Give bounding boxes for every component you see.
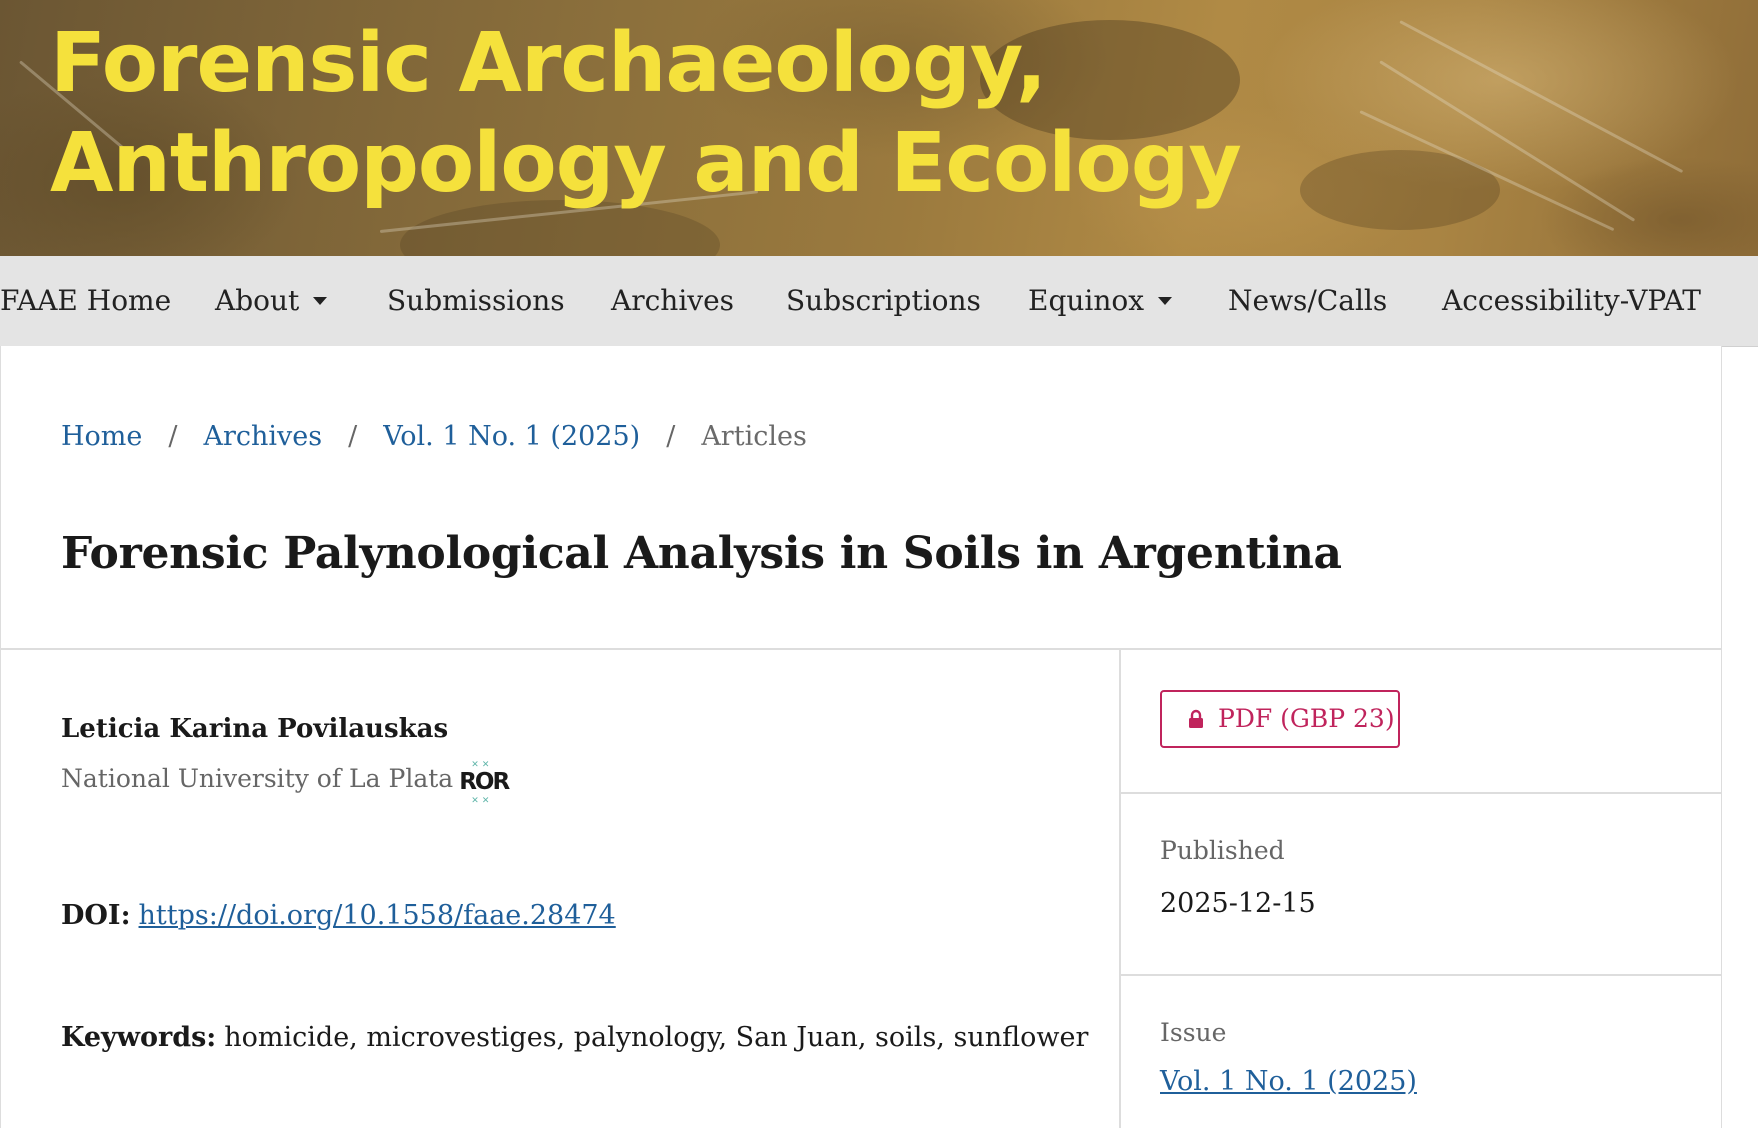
journal-title-line-1: Forensic Archaeology, (50, 16, 1047, 111)
doi-link[interactable]: https://doi.org/10.1558/faae.28474 (139, 900, 616, 931)
journal-title[interactable]: Forensic Archaeology, Anthropology and E… (50, 14, 1242, 214)
column-divider (1119, 648, 1121, 1128)
breadcrumb-archives[interactable]: Archives (204, 421, 323, 452)
breadcrumb-separator: / (348, 421, 358, 452)
divider (1, 648, 1721, 650)
breadcrumb-issue[interactable]: Vol. 1 No. 1 (2025) (383, 421, 640, 452)
nav-item-label: News/Calls (1228, 284, 1388, 317)
nav-item-news-calls[interactable]: News/Calls (1228, 256, 1387, 346)
published-date: 2025-12-15 (1160, 888, 1316, 919)
nav-item-submissions[interactable]: Submissions (387, 256, 565, 346)
doi-label: DOI: (61, 900, 131, 931)
issue-label: Issue (1160, 1018, 1227, 1047)
nav-item-label: Subscriptions (786, 284, 981, 317)
ror-dots: ✕ ✕ (471, 796, 490, 806)
breadcrumb-separator: / (168, 421, 178, 452)
breadcrumb-home[interactable]: Home (61, 421, 142, 452)
breadcrumb-current: Articles (701, 421, 807, 452)
ror-icon[interactable]: ✕ ✕ ROR ✕ ✕ (459, 760, 510, 806)
article-card: Home / Archives / Vol. 1 No. 1 (2025) / Articl… (0, 346, 1722, 1128)
affiliation-name: National University of La Plata (61, 764, 454, 793)
nav-item-label: FAAE Home (0, 284, 172, 317)
article-title: Forensic Palynological Analysis in Soils… (61, 528, 1342, 579)
nav-item-faae-home[interactable]: FAAE Home (0, 256, 171, 346)
ror-dots: ✕ ✕ (471, 760, 490, 770)
keywords-list: homicide, microvestiges, palynology, San… (224, 1022, 1089, 1053)
divider (1119, 974, 1721, 976)
journal-title-line-2: Anthropology and Ecology (50, 116, 1242, 211)
ror-logo-text: ROR (459, 769, 510, 795)
doi-row: DOI: https://doi.org/10.1558/faae.28474 (61, 900, 616, 931)
breadcrumb: Home / Archives / Vol. 1 No. 1 (2025) / Articl… (61, 421, 807, 452)
pdf-button-label: PDF (GBP 23) (1218, 704, 1395, 733)
chevron-down-icon (313, 296, 328, 305)
nav-item-about[interactable]: About (215, 256, 328, 346)
lock-icon (1189, 709, 1203, 728)
keywords-row: Keywords: homicide, microvestiges, palyno… (61, 1022, 1088, 1053)
main-nav: FAAE Home About Submissions Archives Sub… (0, 256, 1758, 347)
divider (1119, 792, 1721, 794)
nav-item-label: About (215, 284, 300, 317)
published-label: Published (1160, 836, 1285, 865)
issue-link[interactable]: Vol. 1 No. 1 (2025) (1160, 1066, 1417, 1097)
author-affiliation: National University of La Plata ✕ ✕ ROR ✕ ✕ (61, 760, 510, 806)
pdf-purchase-button[interactable]: PDF (GBP 23) (1160, 690, 1400, 748)
nav-item-label: Equinox (1028, 284, 1145, 317)
nav-item-label: Accessibility-VPAT (1442, 284, 1701, 317)
nav-item-equinox[interactable]: Equinox (1028, 256, 1173, 346)
issue-value: Vol. 1 No. 1 (2025) (1160, 1066, 1417, 1097)
nav-item-accessibility-vpat[interactable]: Accessibility-VPAT (1442, 256, 1701, 346)
nav-item-label: Submissions (387, 284, 565, 317)
header-banner: Forensic Archaeology, Anthropology and E… (0, 0, 1758, 256)
nav-item-subscriptions[interactable]: Subscriptions (786, 256, 981, 346)
nav-item-label: Archives (611, 284, 735, 317)
nav-item-archives[interactable]: Archives (611, 256, 734, 346)
keywords-label: Keywords: (61, 1022, 217, 1053)
author-name: Leticia Karina Povilauskas (61, 714, 449, 744)
chevron-down-icon (1158, 296, 1173, 305)
breadcrumb-separator: / (666, 421, 676, 452)
